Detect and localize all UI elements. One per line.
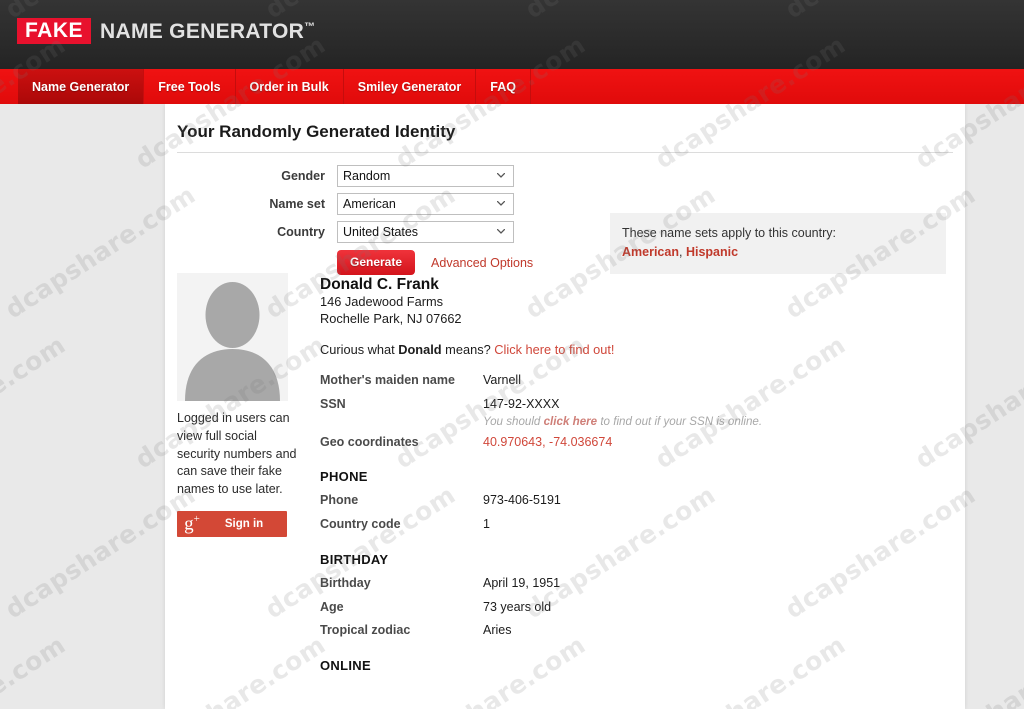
- phone-label: Phone: [320, 493, 359, 508]
- nameset-separator: ,: [678, 244, 686, 259]
- section-heading-phone: PHONE: [320, 469, 368, 485]
- tropical-zodiac-label: Tropical zodiac: [320, 623, 411, 638]
- logo-wordmark-text: NAME GENERATOR: [100, 19, 305, 43]
- phone-table: Phone 973-406-5191 Country code 1: [320, 491, 965, 534]
- tropical-zodiac-value: Aries: [483, 623, 512, 638]
- name-meaning-link[interactable]: Click here to find out!: [494, 342, 614, 357]
- chevron-down-icon: [497, 229, 505, 234]
- generator-form: Gender Random Name set American Country …: [165, 153, 965, 275]
- advanced-options-link[interactable]: Advanced Options: [431, 256, 533, 270]
- nav-item-name-generator[interactable]: Name Generator: [18, 69, 145, 104]
- geo-coordinates-label: Geo coordinates: [320, 434, 419, 449]
- section-heading-birthday: BIRTHDAY: [320, 551, 389, 567]
- country-select[interactable]: United States: [337, 221, 514, 243]
- address-line-1: 146 Jadewood Farms: [320, 294, 444, 310]
- nav-right-spacer: [531, 69, 1024, 104]
- logo-fake-badge: FAKE: [17, 18, 92, 44]
- mothers-maiden-name-value: Varnell: [483, 373, 521, 388]
- sign-in-label: Sign in: [224, 517, 264, 530]
- nameset-select-value: American: [343, 197, 396, 211]
- nav-item-smiley-generator[interactable]: Smiley Generator: [344, 69, 477, 104]
- birthday-value: April 19, 1951: [483, 575, 561, 590]
- age-value: 73 years old: [483, 599, 552, 614]
- address-line-2: Rochelle Park, NJ 07662: [320, 311, 462, 327]
- ssn-label: SSN: [320, 396, 346, 411]
- generate-button[interactable]: Generate: [337, 250, 416, 275]
- site-header: FAKE NAME GENERATOR™: [0, 0, 1024, 69]
- login-note: Logged in users can view full social sec…: [177, 411, 297, 496]
- curious-pre: Curious what: [320, 342, 399, 358]
- ssn-value: 147-92-XXXX: [483, 396, 560, 411]
- name-meaning-prompt: Curious what Donald means? Click here to…: [320, 342, 965, 357]
- curious-post: means?: [441, 342, 495, 358]
- ssn-note-post: to find out if your SSN is online.: [597, 414, 763, 428]
- chevron-down-icon: [497, 173, 505, 178]
- birthday-table: Birthday April 19, 1951 Age 73 years old…: [320, 574, 965, 640]
- country-select-value: United States: [343, 225, 419, 239]
- table-row: SSN 147-92-XXXX You should click here to…: [320, 395, 965, 428]
- site-logo[interactable]: FAKE NAME GENERATOR™: [17, 18, 315, 44]
- ssn-note: You should click here to find out if you…: [483, 415, 762, 428]
- google-sign-in-button[interactable]: g+ Sign in: [177, 510, 287, 537]
- main-navigation: Name Generator Free Tools Order in Bulk …: [0, 69, 1024, 104]
- nameset-info-box: These name sets apply to this country: A…: [610, 213, 946, 274]
- identity-details: Donald C. Frank 146 Jadewood Farms Roche…: [307, 273, 965, 680]
- birthday-label: Birthday: [320, 575, 371, 590]
- nav-item-free-tools[interactable]: Free Tools: [144, 69, 236, 104]
- nameset-select[interactable]: American: [337, 193, 514, 215]
- ssn-note-pre: You should: [483, 414, 544, 428]
- google-plus-icon: g+: [177, 513, 207, 535]
- form-row-gender: Gender Random: [165, 165, 965, 187]
- section-heading-online: ONLINE: [320, 658, 371, 674]
- country-code-label: Country code: [320, 517, 401, 532]
- nameset-link-hispanic[interactable]: Hispanic: [686, 245, 738, 259]
- nav-item-faq[interactable]: FAQ: [476, 69, 531, 104]
- age-label: Age: [320, 599, 344, 614]
- result-sidebar: Logged in users can view full social sec…: [177, 273, 307, 680]
- country-code-value: 1: [483, 517, 490, 532]
- google-g-glyph: g: [184, 513, 194, 535]
- nameset-label: Name set: [269, 197, 325, 211]
- ssn-value-group: 147-92-XXXX You should click here to fin…: [483, 395, 762, 428]
- identity-card: Your Randomly Generated Identity Gender …: [165, 104, 965, 709]
- nav-left-spacer: [0, 69, 18, 104]
- gender-select-value: Random: [343, 169, 391, 183]
- geo-coordinates-value[interactable]: 40.970643, -74.036674: [483, 433, 612, 452]
- logo-wordmark: NAME GENERATOR™: [100, 21, 315, 42]
- avatar: [177, 273, 288, 401]
- table-row: Phone 973-406-5191: [320, 491, 965, 510]
- nav-item-order-in-bulk[interactable]: Order in Bulk: [236, 69, 344, 104]
- page-title: Your Randomly Generated Identity: [177, 122, 456, 141]
- chevron-down-icon: [497, 201, 505, 206]
- table-row: Geo coordinates 40.970643, -74.036674: [320, 433, 965, 452]
- table-row: Mother's maiden name Varnell: [320, 371, 965, 390]
- gender-label: Gender: [281, 169, 325, 183]
- identity-result: Logged in users can view full social sec…: [165, 273, 965, 680]
- page-body: Your Randomly Generated Identity Gender …: [0, 104, 1024, 709]
- table-row: Tropical zodiac Aries: [320, 621, 965, 640]
- table-row: Age 73 years old: [320, 598, 965, 617]
- ssn-check-link[interactable]: click here: [544, 415, 598, 428]
- nameset-info-intro: These name sets apply to this country:: [622, 226, 836, 240]
- logo-trademark-symbol: ™: [304, 20, 316, 33]
- identity-table: Mother's maiden name Varnell SSN 147-92-…: [320, 371, 965, 451]
- mothers-maiden-name-label: Mother's maiden name: [320, 373, 455, 388]
- table-row: Birthday April 19, 1951: [320, 574, 965, 593]
- table-row: Country code 1: [320, 515, 965, 534]
- gender-select[interactable]: Random: [337, 165, 514, 187]
- nameset-link-american[interactable]: American: [622, 245, 679, 259]
- country-label: Country: [277, 225, 325, 239]
- google-plus-glyph: +: [193, 513, 200, 526]
- form-row-nameset: Name set American: [165, 193, 965, 215]
- phone-value: 973-406-5191: [483, 493, 561, 508]
- person-name: Donald C. Frank: [320, 276, 439, 293]
- curious-name: Donald: [398, 342, 442, 358]
